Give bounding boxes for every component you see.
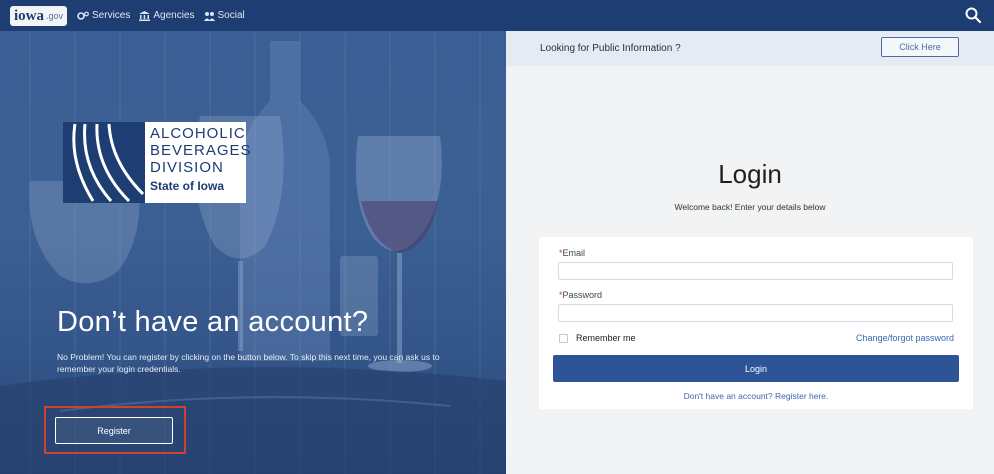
brand-state: State of Iowa: [150, 179, 225, 193]
forgot-password-link[interactable]: Change/forgot password: [856, 333, 954, 343]
search-icon[interactable]: [964, 6, 982, 24]
login-subtitle: Welcome back! Enter your details below: [674, 202, 826, 212]
remember-me-label: Remember me: [576, 333, 636, 343]
hero-description: No Problem! You can register by clicking…: [57, 352, 440, 374]
login-button[interactable]: Login: [553, 355, 959, 382]
password-label: *Password: [559, 290, 602, 300]
gears-icon: [77, 11, 89, 20]
password-field[interactable]: [558, 304, 953, 322]
iowa-gov-logo[interactable]: iowa .gov: [10, 5, 68, 26]
login-panel: Looking for Public Information ? Click H…: [506, 31, 994, 474]
people-icon: [203, 11, 215, 21]
nav-services[interactable]: Services: [77, 10, 130, 21]
nav-services-label: Services: [92, 10, 131, 21]
public-info-bar: Looking for Public Information ? Click H…: [506, 31, 994, 66]
click-here-button[interactable]: Click Here: [881, 37, 959, 57]
email-label-text: Email: [562, 248, 586, 258]
abd-logo-mark: [63, 122, 145, 203]
brand-line-3: DIVISION: [150, 159, 224, 176]
nav-social-label: Social: [217, 10, 245, 21]
building-icon: [139, 10, 151, 21]
email-field[interactable]: [558, 262, 953, 280]
brand-line-2: BEVERAGES: [150, 142, 252, 159]
nav-social[interactable]: Social: [203, 10, 245, 21]
login-form-card: *Email *Password Remember me Change/forg…: [539, 237, 973, 409]
hero-heading: Don’t have an account?: [57, 306, 369, 338]
nav-agencies-label: Agencies: [153, 10, 195, 21]
nav-agencies[interactable]: Agencies: [139, 10, 195, 21]
email-label: *Email: [559, 248, 585, 258]
register-here-link[interactable]: Don't have an account? Register here.: [539, 391, 973, 401]
abd-logo-text: ALCOHOLIC BEVERAGES DIVISION State of Io…: [145, 122, 252, 203]
brand-line-1: ALCOHOLIC: [150, 125, 246, 142]
register-button[interactable]: Register: [55, 417, 173, 444]
logo-main-text: iowa: [14, 7, 44, 24]
top-navigation-bar: iowa .gov Services Agencies Social: [0, 0, 994, 31]
password-label-text: Password: [562, 290, 603, 300]
hero-panel: ALCOHOLIC BEVERAGES DIVISION State of Io…: [0, 31, 506, 474]
public-info-text: Looking for Public Information ?: [540, 43, 681, 54]
login-title: Login: [718, 159, 782, 189]
remember-me-checkbox[interactable]: [559, 333, 568, 343]
logo-sub-text: .gov: [46, 10, 64, 21]
remember-me[interactable]: Remember me: [559, 333, 636, 343]
abd-logo: ALCOHOLIC BEVERAGES DIVISION State of Io…: [63, 122, 252, 203]
